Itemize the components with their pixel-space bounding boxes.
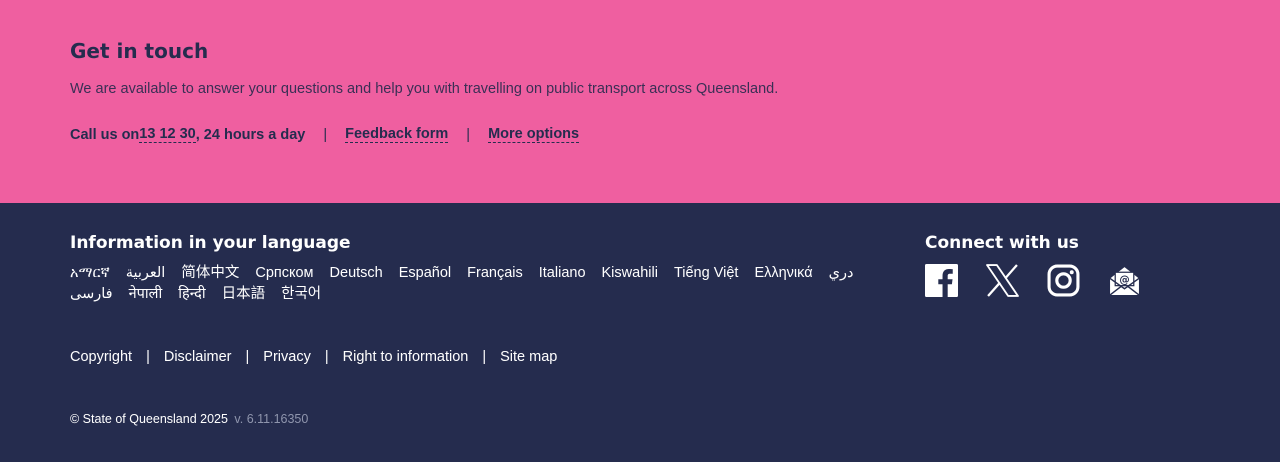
language-link-spanish[interactable]: Español bbox=[399, 264, 451, 282]
language-link-vietnamese[interactable]: Tiếng Việt bbox=[674, 264, 739, 282]
get-in-touch-text: We are available to answer your question… bbox=[70, 81, 779, 97]
contact-actions: Call us on 13 12 30 , 24 hours a day | F… bbox=[70, 126, 580, 143]
language-link-german[interactable]: Deutsch bbox=[330, 264, 383, 282]
site-footer: Information in your language አማርኛ العربي… bbox=[0, 203, 1280, 462]
language-link-french[interactable]: Français bbox=[467, 264, 523, 282]
connect-heading: Connect with us bbox=[925, 233, 1079, 253]
site-map-link[interactable]: Site map bbox=[500, 349, 557, 365]
language-link-korean[interactable]: 한국어 bbox=[281, 285, 321, 303]
separator: | bbox=[324, 349, 329, 365]
facebook-icon[interactable] bbox=[925, 264, 958, 297]
language-link-swahili[interactable]: Kiswahili bbox=[602, 264, 658, 282]
separator: | bbox=[466, 126, 471, 143]
get-in-touch-heading: Get in touch bbox=[70, 39, 209, 63]
language-link-dari[interactable]: دري bbox=[829, 264, 854, 282]
language-link-arabic[interactable]: العربية bbox=[126, 264, 166, 282]
separator: | bbox=[323, 126, 328, 143]
legal-links: Copyright | Disclaimer | Privacy | Right… bbox=[70, 349, 557, 365]
social-links: @ bbox=[925, 264, 1169, 297]
language-link-amharic[interactable]: አማርኛ bbox=[70, 264, 110, 282]
language-link-chinese[interactable]: 简体中文 bbox=[181, 264, 239, 282]
language-link-hindi[interactable]: हिन्दी bbox=[178, 285, 205, 303]
copyright-notice: © State of Queensland 2025 v. 6.11.16350 bbox=[70, 412, 308, 426]
language-link-farsi[interactable]: فارسی bbox=[70, 285, 113, 303]
svg-text:@: @ bbox=[1119, 274, 1129, 286]
separator: | bbox=[245, 349, 250, 365]
call-suffix: , 24 hours a day bbox=[195, 126, 306, 143]
separator: | bbox=[482, 349, 487, 365]
right-to-information-link[interactable]: Right to information bbox=[343, 349, 469, 365]
language-link-serbian[interactable]: Српском bbox=[255, 264, 313, 282]
copyright-text: © State of Queensland 2025 bbox=[70, 412, 228, 426]
language-link-nepali[interactable]: नेपाली bbox=[129, 285, 163, 303]
copyright-link[interactable]: Copyright bbox=[70, 349, 132, 365]
language-link-japanese[interactable]: 日本語 bbox=[222, 285, 266, 303]
call-prefix: Call us on bbox=[70, 126, 140, 143]
phone-link[interactable]: 13 12 30 bbox=[139, 126, 196, 143]
version-text: v. 6.11.16350 bbox=[234, 412, 309, 426]
language-link-italian[interactable]: Italiano bbox=[539, 264, 586, 282]
x-icon[interactable] bbox=[986, 264, 1019, 297]
more-options-link[interactable]: More options bbox=[488, 126, 580, 143]
language-list: አማርኛ العربية 简体中文 Српском Deutsch Españo… bbox=[70, 264, 900, 303]
language-heading: Information in your language bbox=[70, 233, 351, 253]
language-link-greek[interactable]: Ελληνικά bbox=[754, 264, 812, 282]
separator: | bbox=[146, 349, 150, 365]
privacy-link[interactable]: Privacy bbox=[263, 349, 311, 365]
feedback-form-link[interactable]: Feedback form bbox=[345, 126, 449, 143]
get-in-touch-section: Get in touch We are available to answer … bbox=[0, 0, 1280, 203]
email-icon[interactable]: @ bbox=[1108, 264, 1141, 297]
disclaimer-link[interactable]: Disclaimer bbox=[164, 349, 232, 365]
instagram-icon[interactable] bbox=[1047, 264, 1080, 297]
